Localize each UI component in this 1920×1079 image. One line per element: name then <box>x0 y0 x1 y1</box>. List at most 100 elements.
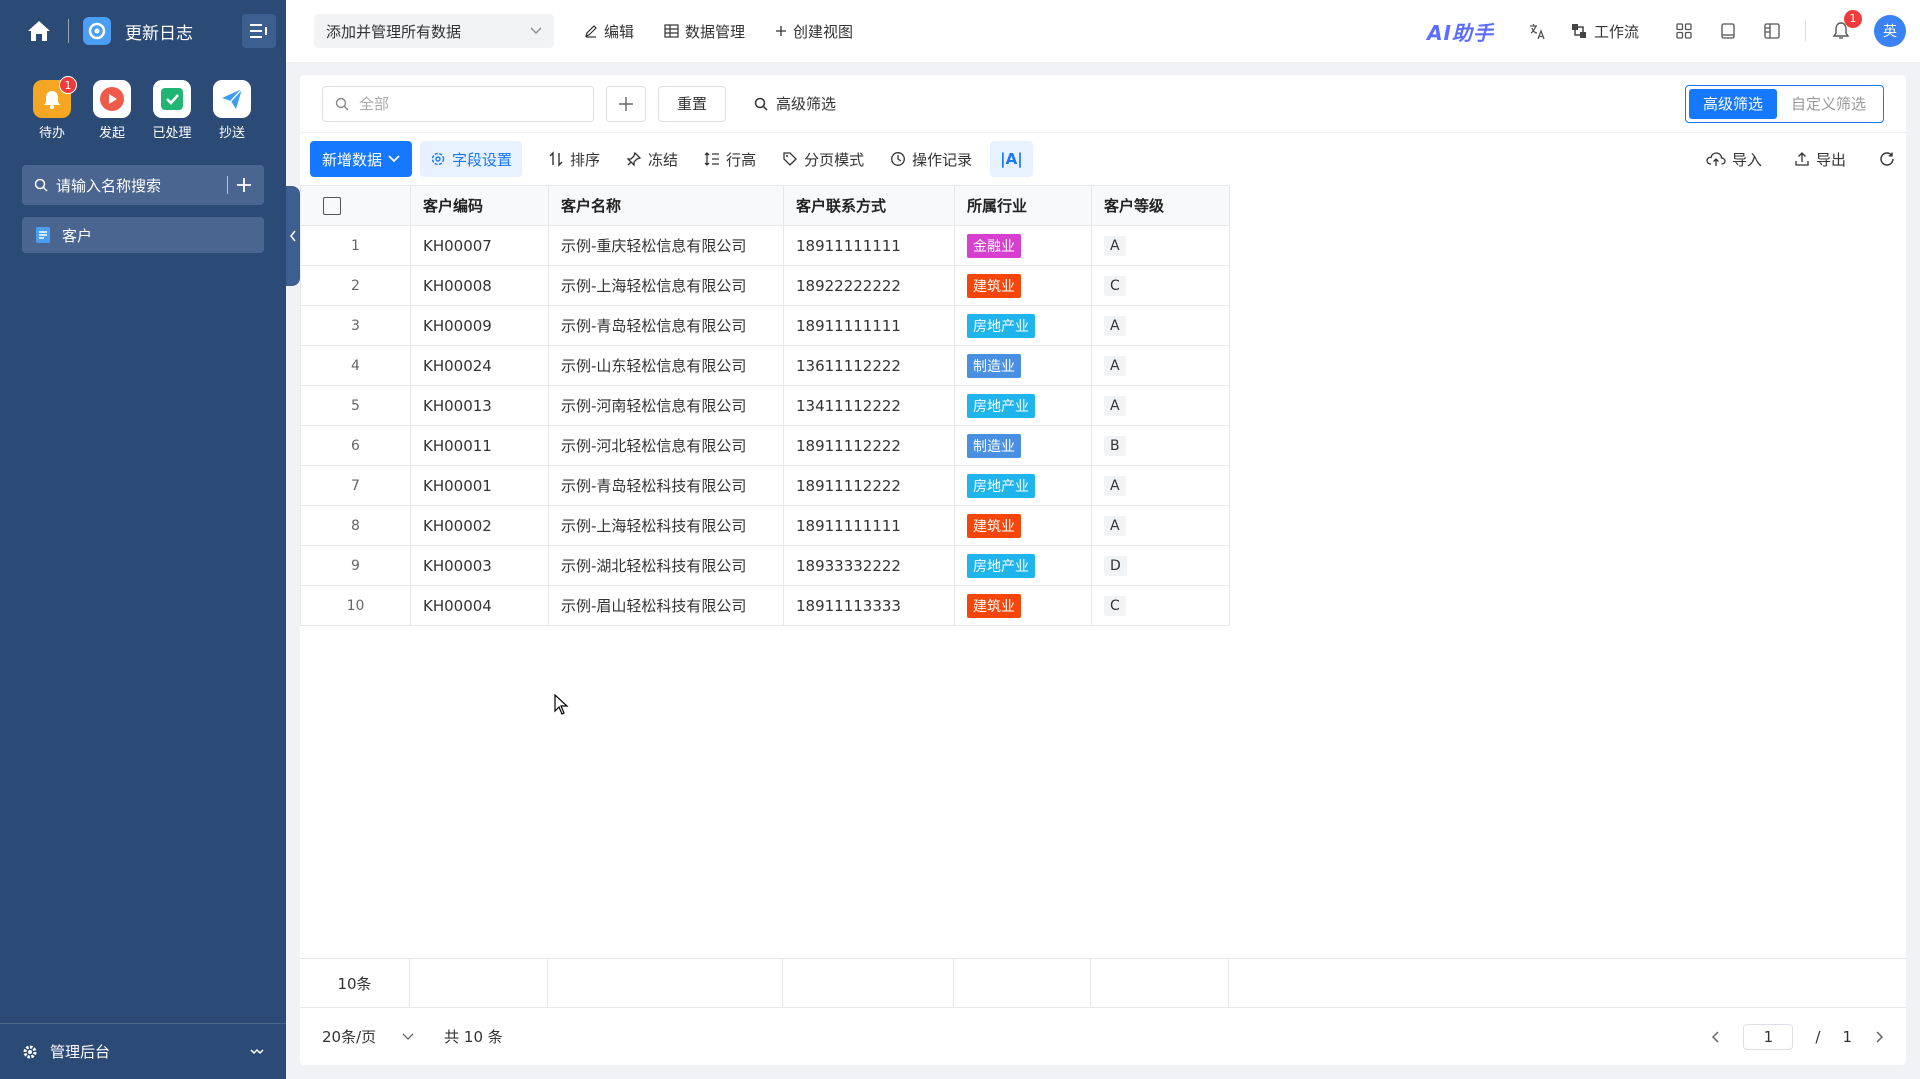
industry-tag: 房地产业 <box>967 473 1035 498</box>
notification-bell-icon[interactable]: 1 <box>1830 10 1862 42</box>
column-header[interactable]: 客户等级 <box>1091 185 1230 226</box>
collapse-icon[interactable] <box>250 1047 264 1057</box>
avatar[interactable]: 英 <box>1874 15 1906 47</box>
segment-advanced[interactable]: 高级筛选 <box>1688 88 1777 119</box>
table-row[interactable]: 6 KH00011 示例-河北轻松信息有限公司 18911112222 制造业 B <box>300 425 1230 466</box>
table-row[interactable]: 9 KH00003 示例-湖北轻松科技有限公司 18933332222 房地产业 D <box>300 545 1230 586</box>
sidebar-search[interactable]: 请输入名称搜索 <box>22 165 264 205</box>
layout-icon[interactable] <box>1761 20 1783 42</box>
quick-initiate[interactable]: 发起 <box>82 80 142 141</box>
page-separator: / <box>1815 1027 1821 1046</box>
industry-tag: 房地产业 <box>967 553 1035 578</box>
table-row[interactable]: 4 KH00024 示例-山东轻松信息有限公司 13611112222 制造业 A <box>300 345 1230 386</box>
select-all-checkbox[interactable] <box>323 196 341 215</box>
customer-code: KH00003 <box>410 545 549 586</box>
customer-code: KH00004 <box>410 585 549 626</box>
level-cell: A <box>1091 345 1230 386</box>
chevron-left-icon[interactable] <box>1711 1030 1721 1044</box>
level-tag: A <box>1104 355 1126 376</box>
industry-tag: 建筑业 <box>967 273 1021 298</box>
import-button[interactable]: 导入 <box>1706 149 1762 170</box>
translate-icon[interactable] <box>1526 20 1548 42</box>
customer-name: 示例-眉山轻松科技有限公司 <box>548 585 784 626</box>
page-nav: 1 / 1 <box>1711 1023 1884 1050</box>
create-view-button[interactable]: 创建视图 <box>775 21 853 42</box>
row-index: 8 <box>300 505 411 546</box>
table-header-row: 客户编码 客户名称 客户联系方式 所属行业 客户等级 <box>300 185 1230 226</box>
row-height-label: 行高 <box>726 150 757 169</box>
add-data-button[interactable]: 新增数据 <box>310 141 413 177</box>
divider <box>1805 21 1806 41</box>
column-header[interactable]: 客户名称 <box>548 185 784 226</box>
main-card: 全部 重置 高级筛选 高级筛选 自定义筛选 新增数据 字段设置 排序 冻结 行高… <box>300 75 1906 1065</box>
send-icon <box>213 80 251 118</box>
page-size-select[interactable]: 20条/页 <box>322 1026 414 1047</box>
upload-icon <box>1795 152 1809 166</box>
column-header[interactable]: 客户编码 <box>410 185 549 226</box>
bell-icon: 1 <box>33 76 77 118</box>
quick-todo[interactable]: 1 待办 <box>22 76 82 141</box>
chevron-right-icon[interactable] <box>1874 1030 1884 1044</box>
table-row[interactable]: 10 KH00004 示例-眉山轻松科技有限公司 18911113333 建筑业 C <box>300 585 1230 626</box>
level-cell: C <box>1091 265 1230 306</box>
admin-footer[interactable]: 管理后台 <box>0 1023 286 1079</box>
plus-icon[interactable] <box>236 177 252 193</box>
table-row[interactable]: 7 KH00001 示例-青岛轻松科技有限公司 18911112222 房地产业 A <box>300 465 1230 506</box>
column-header[interactable]: 客户联系方式 <box>783 185 955 226</box>
search-input[interactable]: 全部 <box>322 85 594 122</box>
edit-button[interactable]: 编辑 <box>584 21 634 42</box>
sidebar-item-customer[interactable]: 客户 <box>22 217 264 253</box>
segment-custom[interactable]: 自定义筛选 <box>1777 89 1880 119</box>
table-row[interactable]: 1 KH00007 示例-重庆轻松信息有限公司 18911111111 金融业 A <box>300 225 1230 266</box>
refresh-icon[interactable] <box>1878 150 1896 168</box>
industry-cell: 建筑业 <box>954 265 1092 306</box>
level-tag: A <box>1104 475 1126 496</box>
industry-cell: 金融业 <box>954 225 1092 266</box>
workflow-icon <box>1571 24 1586 38</box>
data-table: 客户编码 客户名称 客户联系方式 所属行业 客户等级 1 KH00007 示例-重庆… <box>300 185 1230 626</box>
freeze-button[interactable]: 冻结 <box>626 149 678 170</box>
table-row[interactable]: 2 KH00008 示例-上海轻松信息有限公司 18922222222 建筑业 C <box>300 265 1230 306</box>
font-size-button[interactable]: |A| <box>990 141 1033 177</box>
book-icon[interactable] <box>1717 20 1739 42</box>
export-button[interactable]: 导出 <box>1794 149 1846 170</box>
row-index: 1 <box>300 225 411 266</box>
ai-assistant-button[interactable]: AI助手 <box>1427 17 1494 46</box>
home-icon[interactable] <box>24 16 54 46</box>
page-mode-label: 分页模式 <box>804 150 865 169</box>
advanced-filter-button[interactable]: 高级筛选 <box>754 93 836 114</box>
row-height-button[interactable]: 行高 <box>704 149 756 170</box>
quick-processed[interactable]: 已处理 <box>142 80 202 141</box>
history-button[interactable]: 操作记录 <box>890 149 972 170</box>
quick-label: 发起 <box>98 126 125 141</box>
level-cell: C <box>1091 585 1230 626</box>
table-row[interactable]: 8 KH00002 示例-上海轻松科技有限公司 18911111111 建筑业 A <box>300 505 1230 546</box>
table-icon <box>664 24 679 38</box>
level-tag: A <box>1104 395 1126 416</box>
cloud-upload-icon <box>1706 152 1726 166</box>
summary-row: 10条 <box>300 958 1906 1008</box>
table-row[interactable]: 5 KH00013 示例-河南轻松信息有限公司 13411112222 房地产业 A <box>300 385 1230 426</box>
page-size-label: 20条/页 <box>322 1028 377 1046</box>
page-input[interactable]: 1 <box>1743 1023 1794 1050</box>
sort-button[interactable]: 排序 <box>548 149 600 170</box>
reset-button[interactable]: 重置 <box>658 85 727 122</box>
quick-cc[interactable]: 抄送 <box>202 80 262 141</box>
table-row[interactable]: 3 KH00009 示例-青岛轻松信息有限公司 18911111111 房地产业 A <box>300 305 1230 346</box>
data-manage-button[interactable]: 数据管理 <box>664 21 745 42</box>
field-settings-button[interactable]: 字段设置 <box>420 141 523 177</box>
view-select[interactable]: 添加并管理所有数据 <box>314 14 554 48</box>
page-mode-button[interactable]: 分页模式 <box>782 149 864 170</box>
menu-toggle-icon[interactable] <box>242 14 276 48</box>
customer-code: KH00001 <box>410 465 549 506</box>
column-header[interactable]: 所属行业 <box>954 185 1092 226</box>
level-tag: C <box>1104 595 1126 616</box>
filter-bar: 全部 重置 高级筛选 高级筛选 自定义筛选 <box>300 75 1906 133</box>
sidebar-collapse-handle[interactable] <box>286 186 300 286</box>
total-count: 共 10 条 <box>444 1028 503 1046</box>
workflow-button[interactable]: 工作流 <box>1570 21 1639 42</box>
summary-cell <box>783 959 954 1007</box>
industry-cell: 房地产业 <box>954 305 1092 346</box>
add-filter-button[interactable] <box>606 85 646 122</box>
apps-grid-icon[interactable] <box>1673 20 1695 42</box>
